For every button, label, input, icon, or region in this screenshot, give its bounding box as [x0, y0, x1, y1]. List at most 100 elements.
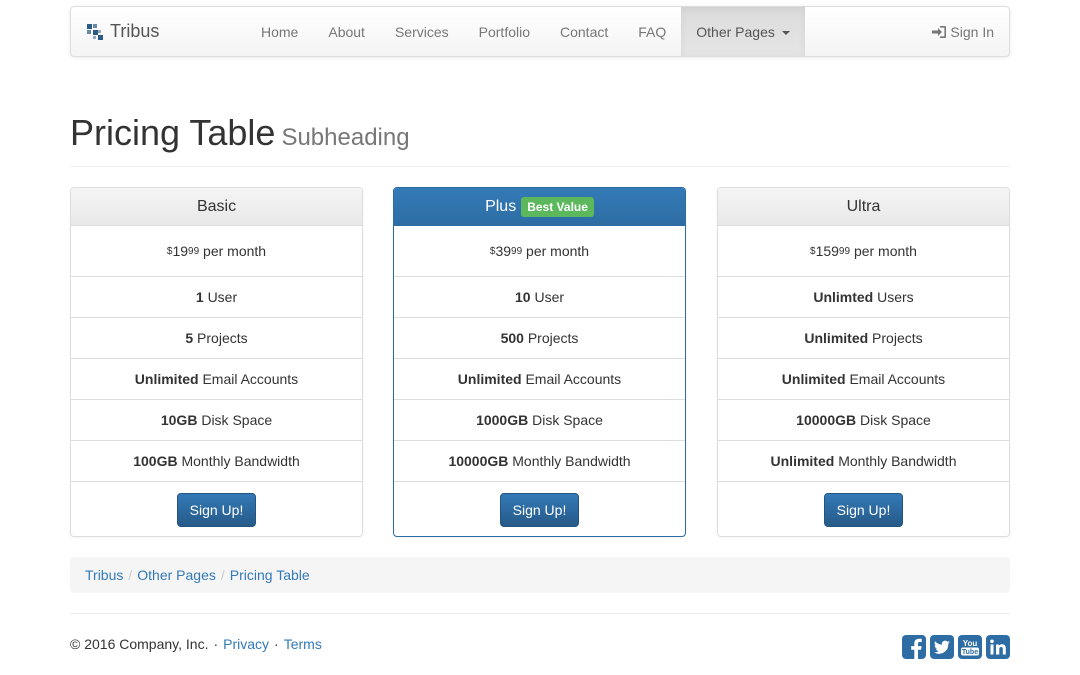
price-cents: 99: [188, 245, 200, 257]
svg-text:Tube: Tube: [962, 649, 978, 656]
breadcrumb: Tribus / Other Pages / Pricing Table: [70, 557, 1010, 593]
breadcrumb-pricing-table[interactable]: Pricing Table: [230, 567, 310, 583]
feature-projects: Unlimited Projects: [718, 318, 1009, 359]
social-icons: You Tube: [898, 635, 1010, 659]
nav-other-pages-label: Other Pages: [696, 23, 775, 40]
plan-heading: Plus Best Value: [394, 188, 685, 226]
plan-footer: Sign Up!: [394, 482, 685, 536]
feature-value: 10GB: [160, 412, 198, 428]
feature-value: 1000GB: [476, 412, 529, 428]
sign-in-link[interactable]: Sign In: [932, 7, 994, 56]
plan-footer: Sign Up!: [718, 482, 1009, 536]
facebook-icon[interactable]: [902, 635, 926, 659]
nav-home[interactable]: Home: [246, 7, 313, 56]
feature-label: Projects: [527, 330, 579, 346]
feature-value: Unlimted: [813, 289, 874, 305]
feature-label: Disk Space: [860, 412, 931, 428]
feature-label: Users: [877, 289, 914, 305]
feature-label: Disk Space: [532, 412, 603, 428]
brand-name: Tribus: [110, 21, 160, 41]
footer-separator: ·: [274, 636, 279, 652]
pricing-panel-basic: Basic $19 99 per month 1 User 5 Projects …: [70, 187, 363, 537]
feature-email: Unlimited Email Accounts: [394, 359, 685, 400]
feature-value: Unlimited: [134, 371, 199, 387]
feature-value: Unlimited: [781, 371, 846, 387]
price-cents: 99: [511, 245, 523, 257]
caret-down-icon: [781, 30, 790, 35]
plan-price: $19 99 per month: [71, 226, 362, 277]
sign-up-button-basic[interactable]: Sign Up!: [176, 492, 257, 527]
price-period: per month: [853, 243, 917, 259]
page-subtitle: Subheading: [281, 124, 410, 151]
terms-link[interactable]: Terms: [284, 636, 322, 652]
feature-users: Unlimted Users: [718, 277, 1009, 318]
feature-value: Unlimited: [804, 330, 869, 346]
feature-projects: 5 Projects: [71, 318, 362, 359]
feature-value: 10: [514, 289, 531, 305]
footer-text: © 2016 Company, Inc. · Privacy · Terms: [70, 636, 322, 652]
footer-separator: ·: [213, 636, 219, 652]
pricing-panel-plus: Plus Best Value $39 99 per month 10 User …: [393, 187, 686, 537]
feature-value: 1: [195, 289, 204, 305]
feature-label: Email Accounts: [202, 371, 299, 387]
plan-price: $159 99 per month: [718, 226, 1009, 277]
pricing-panel-ultra: Ultra $159 99 per month Unlimted Users Un…: [717, 187, 1010, 537]
brand-logo-icon: [87, 23, 103, 40]
nav-faq[interactable]: FAQ: [623, 7, 681, 56]
footer-divider: [70, 613, 1010, 614]
price-period: per month: [203, 243, 267, 259]
nav-portfolio[interactable]: Portfolio: [464, 7, 545, 56]
privacy-link[interactable]: Privacy: [223, 636, 269, 652]
sign-in-label: Sign In: [950, 23, 994, 40]
feature-label: Projects: [872, 330, 923, 346]
feature-label: Email Accounts: [849, 371, 946, 387]
feature-label: Monthly Bandwidth: [181, 453, 300, 469]
feature-email: Unlimited Email Accounts: [718, 359, 1009, 400]
nav-links: Home About Services Portfolio Contact FA…: [246, 7, 805, 56]
feature-value: 100GB: [133, 453, 178, 469]
plan-name: Plus: [485, 197, 517, 215]
feature-projects: 500 Projects: [394, 318, 685, 359]
price-main: 159: [815, 243, 839, 259]
brand[interactable]: Tribus: [87, 7, 159, 56]
nav-other-pages-dropdown[interactable]: Other Pages: [681, 7, 805, 56]
twitter-icon[interactable]: [930, 635, 954, 659]
feature-label: User: [534, 289, 565, 305]
feature-label: Monthly Bandwidth: [838, 453, 957, 469]
nav-about[interactable]: About: [313, 7, 380, 56]
nav-contact[interactable]: Contact: [545, 7, 623, 56]
breadcrumb-separator: /: [128, 567, 133, 583]
feature-label: Monthly Bandwidth: [512, 453, 631, 469]
sign-up-button-plus[interactable]: Sign Up!: [499, 492, 580, 527]
feature-bandwidth: 100GB Monthly Bandwidth: [71, 441, 362, 482]
sign-up-button-ultra[interactable]: Sign Up!: [823, 492, 904, 527]
plan-name: Ultra: [718, 188, 1009, 226]
copyright: © 2016 Company, Inc.: [70, 636, 209, 652]
feature-bandwidth: 10000GB Monthly Bandwidth: [394, 441, 685, 482]
feature-label: Email Accounts: [525, 371, 622, 387]
feature-value: Unlimited: [457, 371, 522, 387]
youtube-icon[interactable]: You Tube: [958, 635, 982, 659]
feature-bandwidth: Unlimited Monthly Bandwidth: [718, 441, 1009, 482]
breadcrumb-tribus[interactable]: Tribus: [85, 567, 123, 583]
feature-value: 10000GB: [796, 412, 857, 428]
sign-in-icon: [932, 25, 947, 38]
feature-label: Projects: [197, 330, 248, 346]
feature-disk: 1000GB Disk Space: [394, 400, 685, 441]
feature-users: 10 User: [394, 277, 685, 318]
feature-disk: 10000GB Disk Space: [718, 400, 1009, 441]
plan-name: Basic: [71, 188, 362, 226]
nav-services[interactable]: Services: [380, 7, 464, 56]
svg-text:You: You: [963, 639, 978, 648]
feature-value: 500: [500, 330, 524, 346]
page-title: Pricing Table: [70, 112, 276, 153]
feature-label: User: [207, 289, 238, 305]
feature-value: 5: [185, 330, 194, 346]
linkedin-icon[interactable]: [986, 635, 1010, 659]
feature-email: Unlimited Email Accounts: [71, 359, 362, 400]
breadcrumb-other-pages[interactable]: Other Pages: [137, 567, 216, 583]
price-main: 19: [172, 243, 189, 259]
price-cents: 99: [838, 245, 851, 257]
feature-value: Unlimited: [770, 453, 835, 469]
feature-label: Disk Space: [201, 412, 273, 428]
